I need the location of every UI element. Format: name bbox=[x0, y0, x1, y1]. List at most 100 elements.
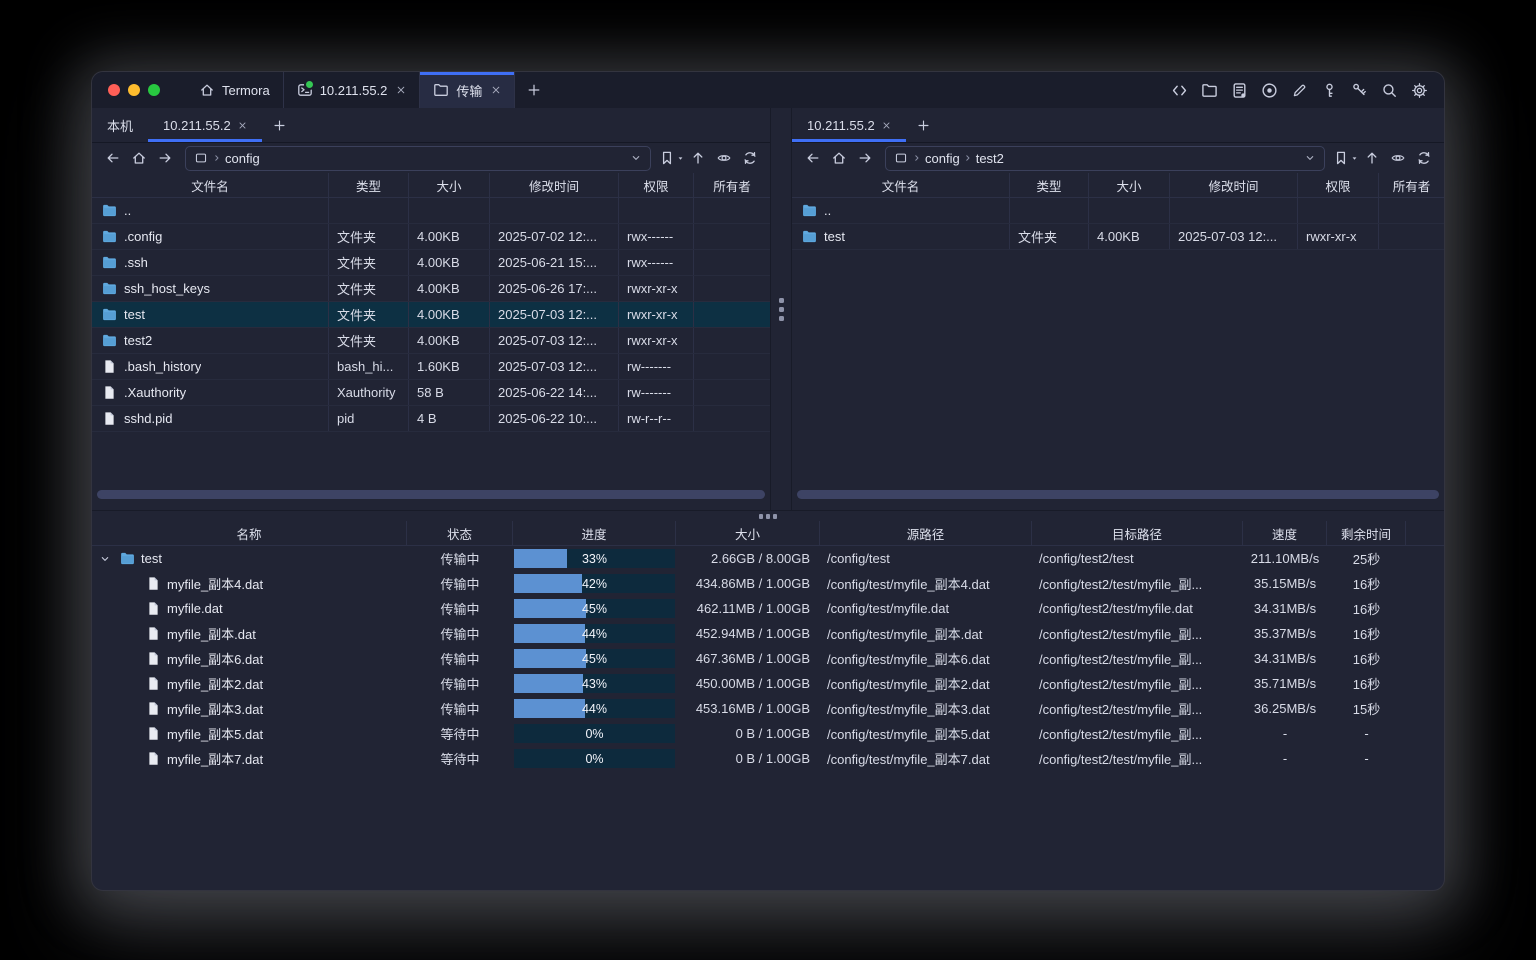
folder-button[interactable] bbox=[1197, 78, 1222, 103]
transfer-row[interactable]: myfile_副本2.dat传输中43%450.00MB / 1.00GB/co… bbox=[92, 671, 1444, 696]
new-tab-button[interactable] bbox=[515, 72, 553, 108]
close-tab-button[interactable] bbox=[396, 85, 406, 95]
search-button[interactable] bbox=[1377, 78, 1402, 103]
column-header[interactable]: 状态 bbox=[407, 521, 513, 545]
column-header[interactable]: 源路径 bbox=[820, 521, 1032, 545]
column-header[interactable]: 大小 bbox=[1089, 173, 1170, 197]
transfer-row[interactable]: myfile.dat传输中45%462.11MB / 1.00GB/config… bbox=[92, 596, 1444, 621]
column-header[interactable]: 大小 bbox=[676, 521, 820, 545]
show-hidden-button[interactable] bbox=[1385, 146, 1410, 170]
column-header[interactable]: 所有者 bbox=[694, 173, 770, 197]
maximize-window-button[interactable] bbox=[148, 84, 160, 96]
panel-tab-10.211.55.2[interactable]: 10.211.55.2 bbox=[148, 108, 262, 142]
column-header[interactable]: 目标路径 bbox=[1032, 521, 1243, 545]
transfer-row[interactable]: myfile_副本7.dat等待中0%0 B / 1.00GB/config/t… bbox=[92, 746, 1444, 771]
close-tab-button[interactable] bbox=[238, 121, 247, 130]
forward-button[interactable] bbox=[852, 146, 877, 170]
gear-button[interactable] bbox=[1407, 78, 1432, 103]
file-row[interactable]: ssh_host_keys文件夹4.00KB2025-06-26 17:...r… bbox=[92, 276, 770, 302]
chevron-down-icon[interactable] bbox=[630, 152, 642, 164]
column-header[interactable]: 大小 bbox=[409, 173, 490, 197]
chevron-down-icon[interactable] bbox=[1304, 152, 1316, 164]
file-cell-text: 4.00KB bbox=[417, 307, 460, 322]
progress-bar: 44% bbox=[514, 699, 675, 718]
log-button[interactable] bbox=[1227, 78, 1252, 103]
column-header[interactable]: 修改时间 bbox=[1170, 173, 1298, 197]
show-hidden-button[interactable] bbox=[711, 146, 736, 170]
close-tab-button[interactable] bbox=[882, 121, 891, 130]
close-tab-button[interactable] bbox=[491, 85, 501, 95]
file-row[interactable]: test2文件夹4.00KB2025-07-03 12:...rwxr-xr-x bbox=[92, 328, 770, 354]
home-button[interactable] bbox=[826, 146, 851, 170]
refresh-button[interactable] bbox=[1411, 146, 1436, 170]
panel-tab-10.211.55.2[interactable]: 10.211.55.2 bbox=[792, 108, 906, 142]
up-directory-button[interactable] bbox=[685, 146, 710, 170]
column-header[interactable]: 进度 bbox=[513, 521, 676, 545]
forward-button[interactable] bbox=[152, 146, 177, 170]
right-horizontal-scrollbar[interactable] bbox=[797, 490, 1439, 499]
file-row[interactable]: .ssh文件夹4.00KB2025-06-21 15:...rwx------ bbox=[92, 250, 770, 276]
close-window-button[interactable] bbox=[108, 84, 120, 96]
keychain-button[interactable] bbox=[1347, 78, 1372, 103]
column-header-label: 权限 bbox=[643, 176, 668, 195]
file-row[interactable]: test文件夹4.00KB2025-07-03 12:...rwxr-xr-x bbox=[792, 224, 1444, 250]
column-header[interactable]: 修改时间 bbox=[490, 173, 619, 197]
refresh-button[interactable] bbox=[737, 146, 762, 170]
column-header[interactable]: 所有者 bbox=[1379, 173, 1444, 197]
back-button[interactable] bbox=[100, 146, 125, 170]
column-header[interactable]: 文件名 bbox=[92, 173, 329, 197]
code-button[interactable] bbox=[1167, 78, 1192, 103]
record-icon bbox=[1261, 82, 1278, 99]
file-cell-text: 2025-07-03 12:... bbox=[1178, 229, 1277, 244]
column-header[interactable]: 类型 bbox=[329, 173, 409, 197]
vertical-splitter[interactable] bbox=[770, 108, 792, 510]
column-header[interactable]: 名称 bbox=[92, 521, 407, 545]
file-row[interactable]: .config文件夹4.00KB2025-07-02 12:...rwx----… bbox=[92, 224, 770, 250]
file-row[interactable]: .XauthorityXauthority58 B2025-06-22 14:.… bbox=[92, 380, 770, 406]
titlebar-tab-app[interactable]: Termora bbox=[186, 72, 283, 108]
transfer-row[interactable]: myfile_副本6.dat传输中45%467.36MB / 1.00GB/co… bbox=[92, 646, 1444, 671]
left-horizontal-scrollbar[interactable] bbox=[97, 490, 765, 499]
column-header[interactable]: 类型 bbox=[1010, 173, 1089, 197]
file-cell: rwxr-xr-x bbox=[619, 328, 694, 353]
home-button[interactable] bbox=[126, 146, 151, 170]
right-breadcrumb[interactable]: configtest2 bbox=[885, 146, 1325, 171]
file-cell-text: 58 B bbox=[417, 385, 444, 400]
new-panel-tab-button[interactable] bbox=[906, 108, 942, 142]
column-header[interactable]: 文件名 bbox=[792, 173, 1010, 197]
transfer-row[interactable]: myfile_副本4.dat传输中42%434.86MB / 1.00GB/co… bbox=[92, 571, 1444, 596]
file-cell: 2025-07-03 12:... bbox=[1170, 224, 1298, 249]
key-button[interactable] bbox=[1317, 78, 1342, 103]
record-button[interactable] bbox=[1257, 78, 1282, 103]
up-directory-button[interactable] bbox=[1359, 146, 1384, 170]
file-row[interactable]: .bash_historybash_hi...1.60KB2025-07-03 … bbox=[92, 354, 770, 380]
transfer-row[interactable]: myfile_副本3.dat传输中44%453.16MB / 1.00GB/co… bbox=[92, 696, 1444, 721]
back-button[interactable] bbox=[800, 146, 825, 170]
file-cell bbox=[694, 302, 770, 327]
file-row[interactable]: .. bbox=[92, 198, 770, 224]
file-cell: 4.00KB bbox=[409, 250, 490, 275]
column-header[interactable]: 速度 bbox=[1243, 521, 1327, 545]
bookmark-button[interactable] bbox=[659, 146, 684, 170]
splitter-grip-dot bbox=[759, 514, 763, 519]
column-header[interactable]: 权限 bbox=[1298, 173, 1379, 197]
horizontal-splitter[interactable] bbox=[92, 510, 1444, 521]
minimize-window-button[interactable] bbox=[128, 84, 140, 96]
left-breadcrumb[interactable]: config bbox=[185, 146, 651, 171]
new-panel-tab-button[interactable] bbox=[262, 108, 298, 142]
column-header[interactable]: 权限 bbox=[619, 173, 694, 197]
titlebar-tab-host[interactable]: 10.211.55.2 bbox=[283, 72, 420, 108]
file-row[interactable]: sshd.pidpid4 B2025-06-22 10:...rw-r--r-- bbox=[92, 406, 770, 432]
progress-bar: 0% bbox=[514, 724, 675, 743]
titlebar-tab-transfer[interactable]: 传输 bbox=[419, 72, 515, 108]
file-row[interactable]: test文件夹4.00KB2025-07-03 12:...rwxr-xr-x bbox=[92, 302, 770, 328]
transfer-row[interactable]: myfile_副本5.dat等待中0%0 B / 1.00GB/config/t… bbox=[92, 721, 1444, 746]
file-row[interactable]: .. bbox=[792, 198, 1444, 224]
transfer-row[interactable]: myfile_副本.dat传输中44%452.94MB / 1.00GB/con… bbox=[92, 621, 1444, 646]
edit-button[interactable] bbox=[1287, 78, 1312, 103]
expand-chevron[interactable] bbox=[96, 553, 114, 565]
bookmark-button[interactable] bbox=[1333, 146, 1358, 170]
column-header[interactable]: 剩余时间 bbox=[1327, 521, 1406, 545]
transfer-row[interactable]: test传输中33%2.66GB / 8.00GB/config/test/co… bbox=[92, 546, 1444, 571]
panel-tab-本机[interactable]: 本机 bbox=[92, 108, 148, 142]
